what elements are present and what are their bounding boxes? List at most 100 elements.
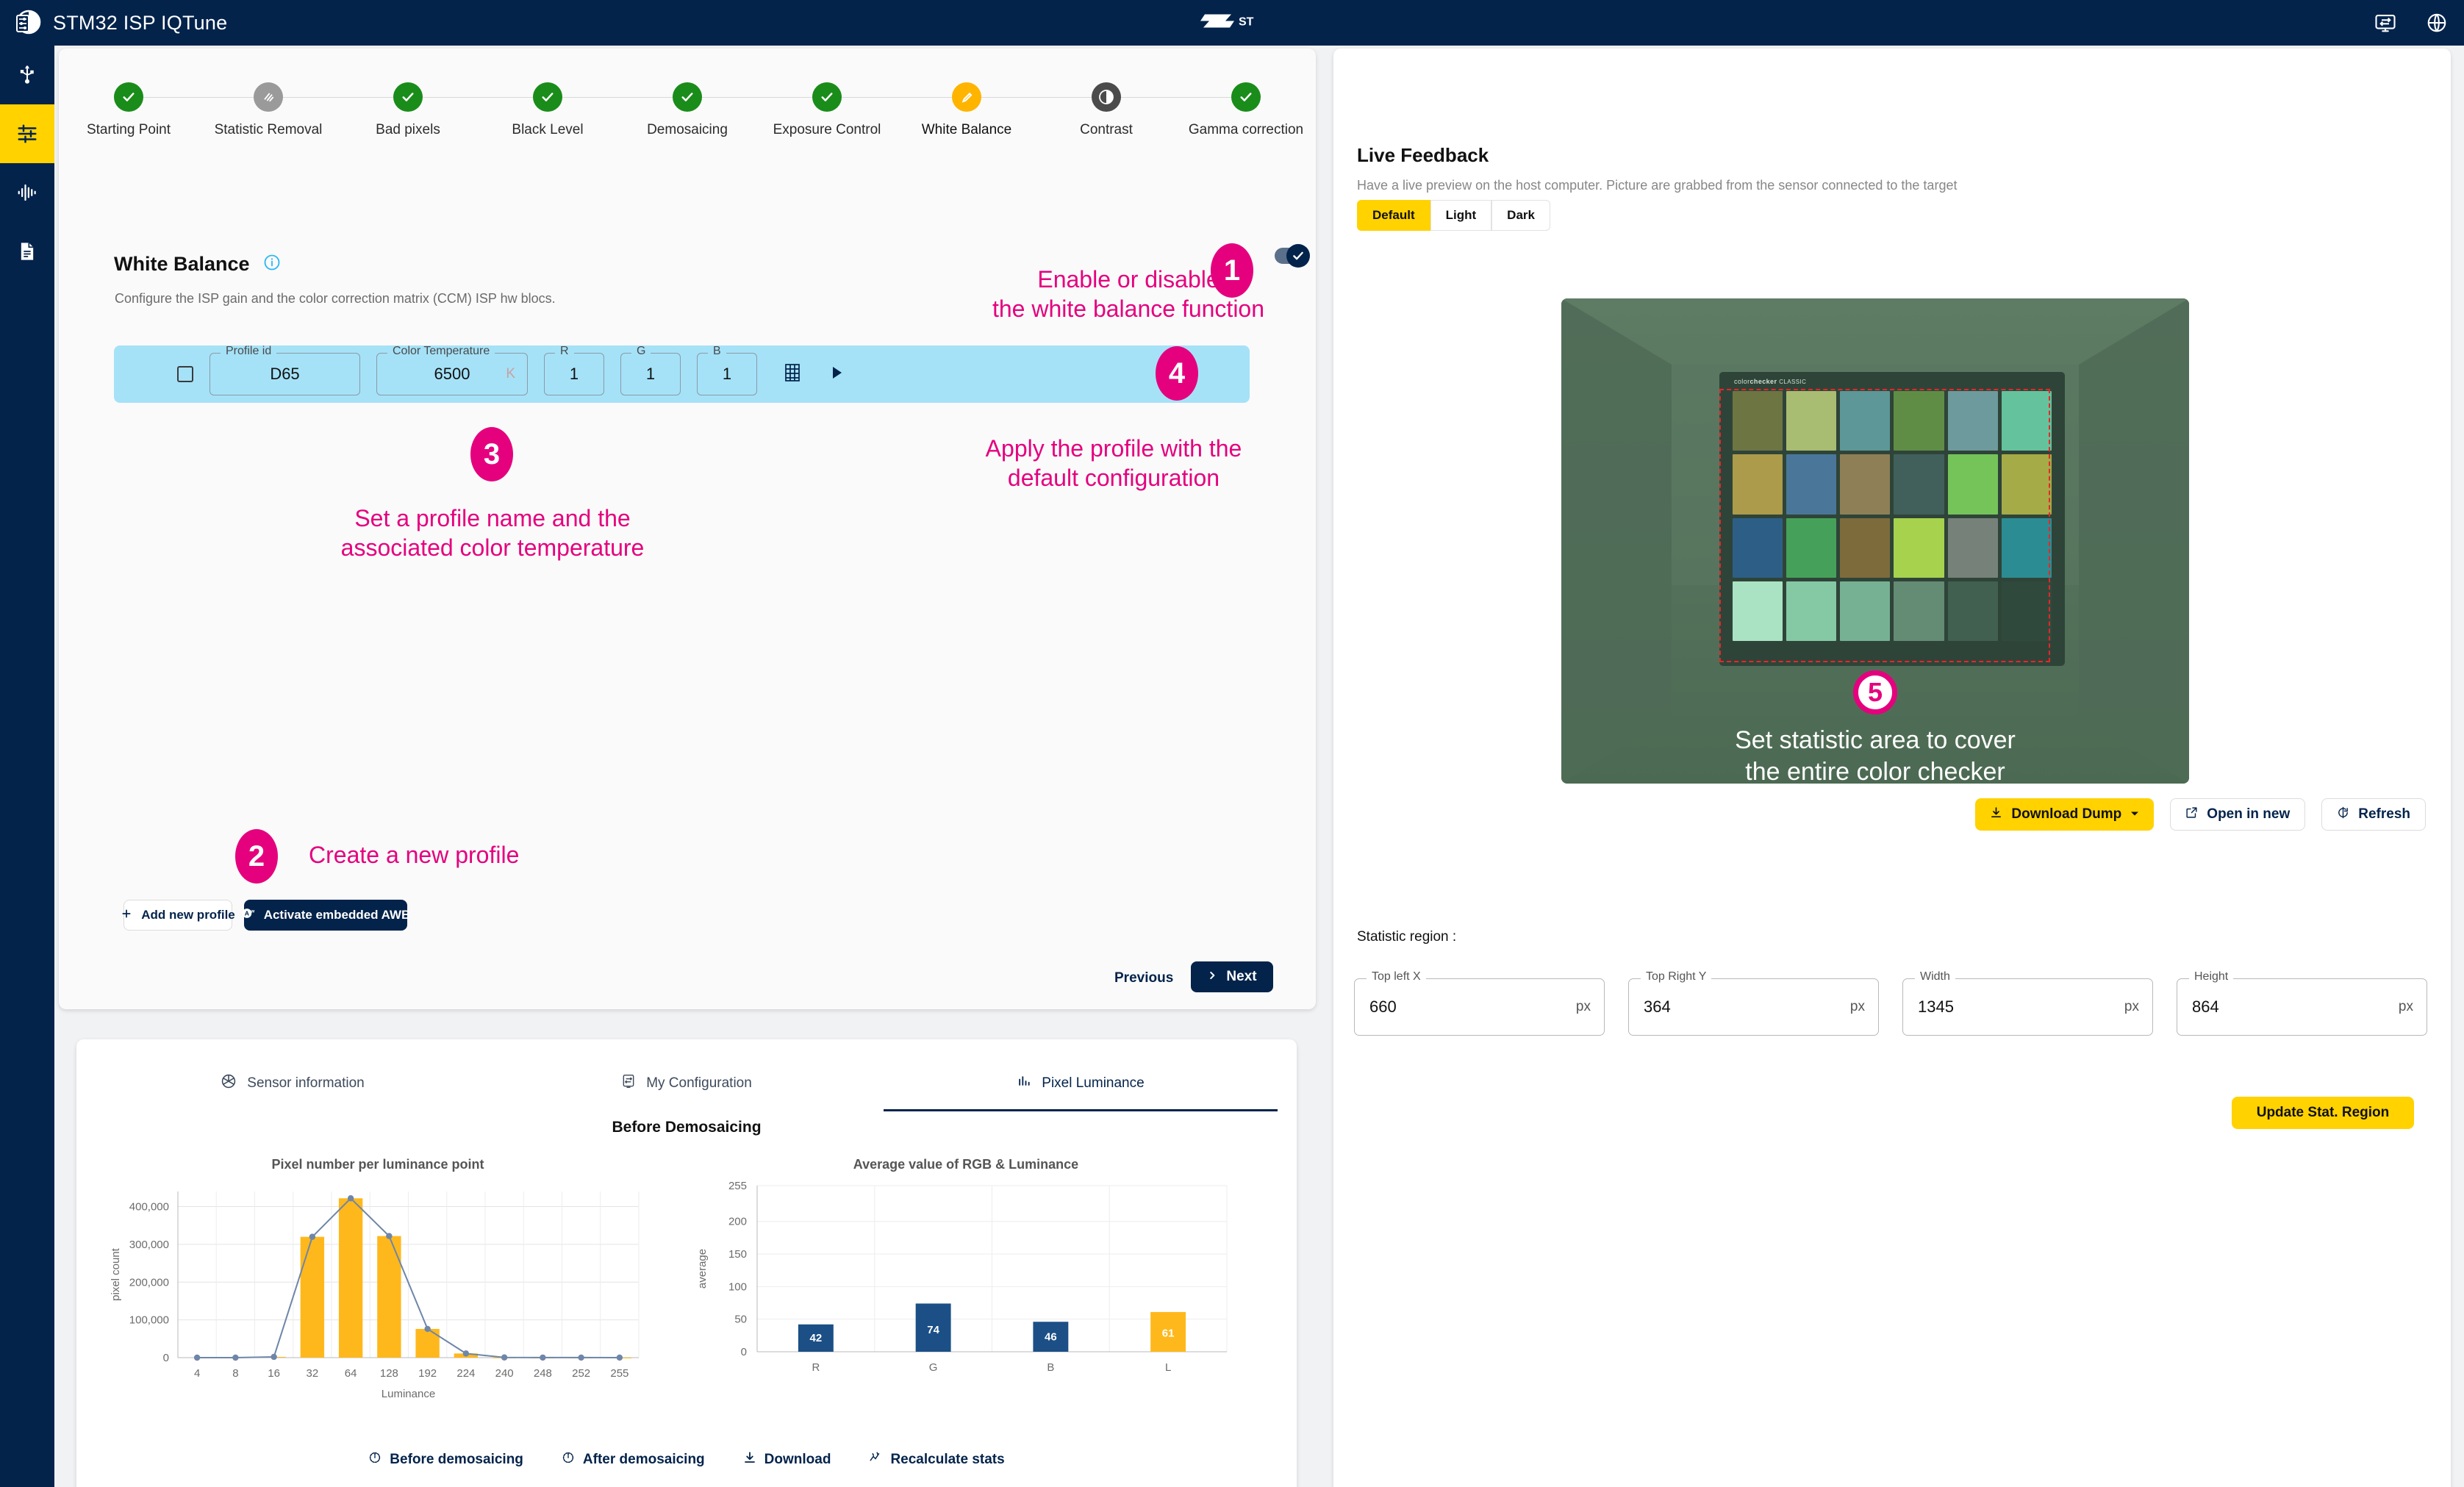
stat-field-height[interactable]: Height 864 px [2177, 971, 2427, 1036]
tab-sensor-information[interactable]: Sensor information [96, 1060, 490, 1107]
app-title: STM32 ISP IQTune [53, 11, 228, 34]
open-in-new-button[interactable]: Open in new [2170, 798, 2306, 831]
trending-icon [869, 1451, 882, 1469]
update-stat-region-button[interactable]: Update Stat. Region [2232, 1097, 2414, 1129]
statistic-region-overlay[interactable] [1719, 389, 2050, 662]
svg-text:255: 255 [610, 1367, 628, 1380]
statistic-region-fields: Top left X 660 px Top Right Y 364 px Width 1345… [1354, 971, 2427, 1036]
stat-field-top-left-x[interactable]: Top left X 660 px [1354, 971, 1605, 1036]
sidebar-item-waveform[interactable] [0, 163, 54, 222]
pixel-luminance-card: Sensor information My Configuration Pixel … [76, 1039, 1297, 1487]
download-button[interactable]: Download [743, 1451, 831, 1469]
svg-text:R: R [812, 1361, 820, 1374]
white-balance-card: Starting Point Statistic Removal Bad pixel… [59, 49, 1316, 1009]
svg-text:150: 150 [728, 1248, 747, 1261]
theme-button-light[interactable]: Light [1430, 200, 1492, 231]
before-demosaicing-button[interactable]: Before demosaicing [368, 1451, 523, 1469]
stepper-step-gamma-correction[interactable]: Gamma correction [1176, 82, 1316, 163]
display-config-icon[interactable] [2374, 12, 2396, 34]
live-feedback-title: Live Feedback [1357, 144, 1489, 166]
stepper-step-white-balance[interactable]: White Balance [897, 82, 1106, 163]
annotation-1-bubble: 1 [1211, 243, 1253, 298]
aperture-icon [221, 1073, 237, 1094]
language-globe-icon[interactable] [2426, 12, 2448, 34]
stepper-step-label: Demosaicing [647, 122, 728, 137]
svg-text:B: B [1047, 1361, 1054, 1374]
sidebar-item-usb[interactable] [0, 46, 54, 104]
grid-matrix-icon[interactable] [784, 363, 801, 386]
previous-button[interactable]: Previous [1114, 970, 1173, 986]
svg-text:252: 252 [572, 1367, 590, 1380]
stepper-connector [548, 97, 687, 98]
pixel-histogram-svg: 0 100,000 200,000 300,000 400,000 4 8 16 32 64 128… [110, 1192, 640, 1400]
gain-r-field[interactable]: R 1 [544, 345, 604, 395]
action-label: Download [764, 1452, 831, 1467]
svg-text:100: 100 [728, 1280, 747, 1293]
svg-text:248: 248 [534, 1367, 552, 1380]
stat-field-label: Height [2189, 971, 2234, 983]
tab-pixel-luminance[interactable]: Pixel Luminance [884, 1060, 1278, 1111]
stepper-step-demosaicing[interactable]: Demosaicing [617, 82, 827, 163]
play-triangle-icon[interactable] [831, 365, 844, 384]
add-new-profile-label: Add new profile [141, 908, 235, 922]
camera-tune-logo-icon [13, 9, 41, 37]
next-button[interactable]: Next [1191, 961, 1273, 992]
main-content: Starting Point Statistic Removal Bad pixel… [54, 46, 2464, 1487]
external-link-icon [2185, 806, 2198, 823]
white-balance-enable-toggle[interactable] [1275, 244, 1310, 268]
stat-field-width[interactable]: Width 1345 px [1902, 971, 2153, 1036]
tab-my-configuration[interactable]: My Configuration [490, 1060, 884, 1107]
check-icon [673, 82, 702, 112]
svg-text:w: w [250, 909, 254, 914]
stepper-connector [687, 97, 827, 98]
profile-id-value: D65 [270, 365, 300, 383]
stat-field-label: Top left X [1367, 971, 1426, 983]
color-temperature-field[interactable]: Color Temperature 6500 K [376, 345, 528, 395]
gain-b-field[interactable]: B 1 [697, 345, 757, 395]
annotation-2-bubble: 2 [235, 829, 278, 884]
bar-chart-icon [1017, 1073, 1031, 1094]
sidebar-item-tuning[interactable] [0, 104, 54, 163]
stepper-step-bad-pixels[interactable]: Bad pixels [338, 82, 548, 163]
activate-embedded-awb-button[interactable]: A w Activate embedded AWB [242, 900, 410, 931]
svg-text:L: L [1165, 1361, 1171, 1374]
svg-text:0: 0 [163, 1352, 169, 1364]
section-title: Before Demosaicing [612, 1119, 762, 1136]
svg-text:200: 200 [728, 1216, 747, 1228]
svg-text:46: 46 [1045, 1331, 1057, 1344]
svg-text:224: 224 [456, 1367, 475, 1380]
sidebar-item-document[interactable] [0, 222, 54, 281]
stepper-step-exposure-control[interactable]: Exposure Control [757, 82, 967, 163]
download-dump-button[interactable]: Download Dump [1975, 798, 2155, 831]
pixel-histogram-chart: Pixel number per luminance point 0 100,00… [99, 1157, 657, 1414]
bottom-tab-bar: Sensor information My Configuration Pixel … [96, 1060, 1278, 1111]
recalculate-stats-button[interactable]: Recalculate stats [869, 1451, 1005, 1469]
stat-field-top-right-y[interactable]: Top Right Y 364 px [1628, 971, 1879, 1036]
annotation-4-text: Apply the profile with the default confi… [985, 435, 1242, 491]
stepper-step-label: Statistic Removal [214, 122, 323, 137]
annotation-4-bubble: 4 [1156, 346, 1198, 401]
gain-g-value: 1 [645, 365, 656, 383]
after-demosaicing-button[interactable]: After demosaicing [562, 1451, 705, 1469]
chevron-right-icon [1207, 969, 1217, 985]
gain-g-field[interactable]: G 1 [620, 345, 681, 395]
stepper-step-statistic-removal[interactable]: Statistic Removal [198, 82, 408, 163]
live-preview-image[interactable]: colorchecker CLASSIC 5 Set statistic are… [1561, 298, 2189, 784]
refresh-icon [2337, 806, 2349, 823]
theme-button-default[interactable]: Default [1357, 200, 1430, 231]
color-checker-caption: colorchecker CLASSIC [1734, 378, 1807, 385]
page-title: White Balance [114, 253, 250, 275]
stat-field-label: Width [1915, 971, 1955, 983]
info-icon[interactable] [263, 254, 281, 275]
theme-button-dark[interactable]: Dark [1491, 200, 1550, 231]
st-brand-logo: ST [1200, 12, 1264, 35]
profile-select-checkbox[interactable] [177, 366, 193, 382]
profile-id-field[interactable]: Profile id D65 [209, 345, 360, 395]
stepper-step-contrast[interactable]: Contrast [1036, 82, 1246, 163]
stepper-step-starting-point[interactable]: Starting Point [59, 82, 268, 163]
refresh-button[interactable]: Refresh [2321, 798, 2426, 831]
stepper-step-label: Exposure Control [773, 122, 881, 137]
stepper-step-black-level[interactable]: Black Level [478, 82, 687, 163]
gain-b-label: B [708, 345, 726, 357]
add-new-profile-button[interactable]: Add new profile [122, 900, 235, 931]
